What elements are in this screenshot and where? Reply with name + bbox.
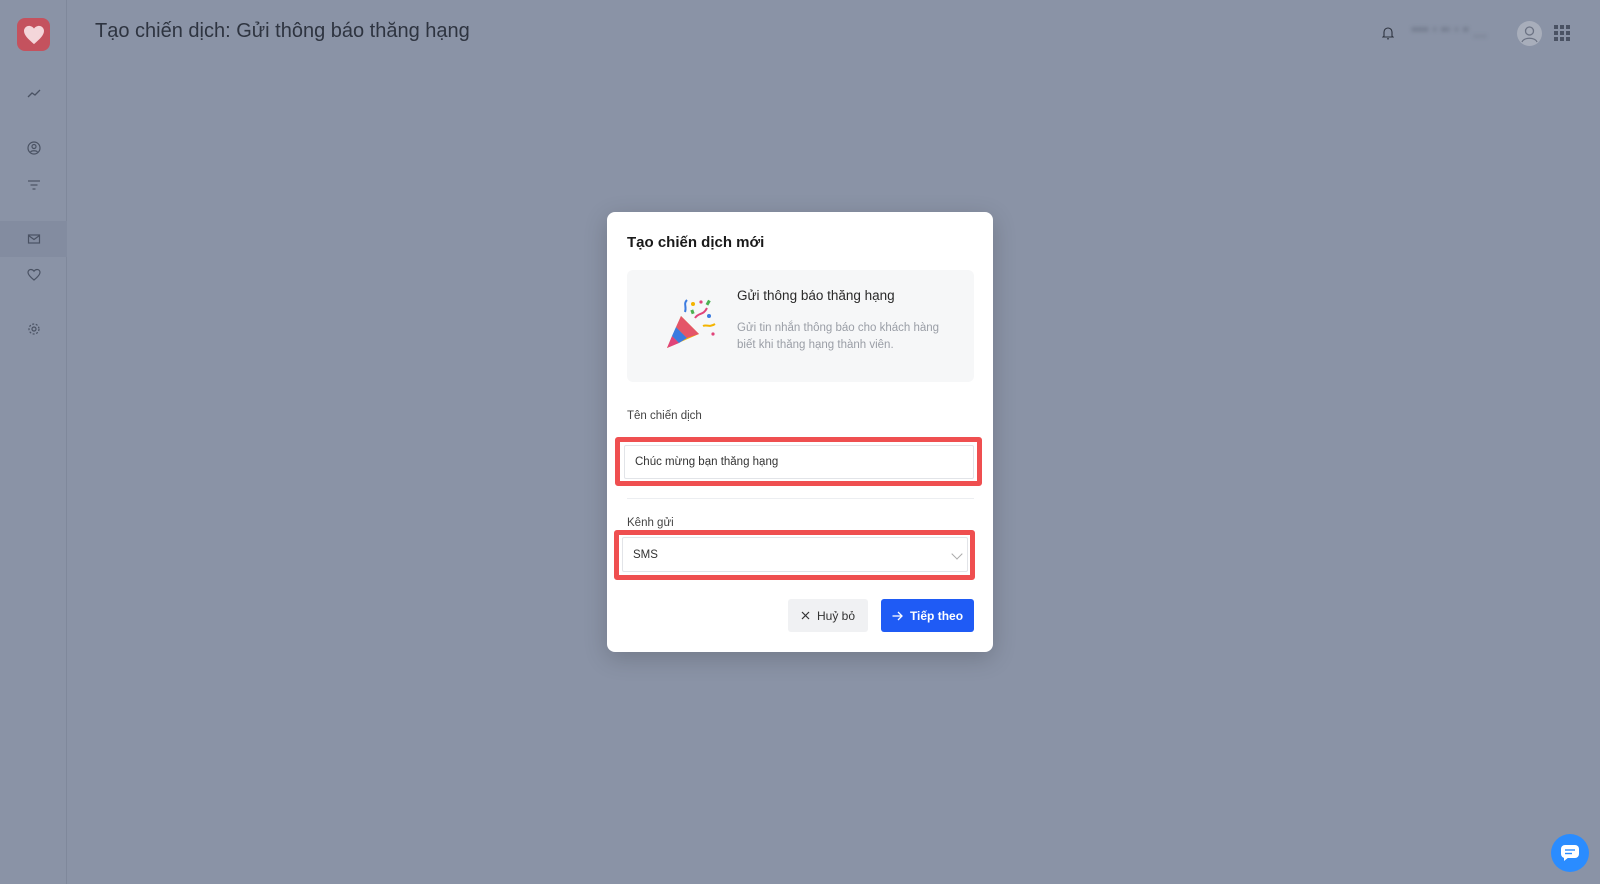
sidebar-item-campaigns[interactable] bbox=[0, 221, 67, 257]
arrow-right-icon bbox=[892, 611, 903, 620]
app-logo[interactable] bbox=[17, 18, 50, 51]
campaign-name-label: Tên chiến dịch bbox=[627, 410, 702, 422]
channel-label: Kênh gửi bbox=[627, 517, 674, 529]
chat-icon bbox=[1561, 845, 1579, 861]
sidebar-item-analytics[interactable] bbox=[0, 76, 67, 112]
sidebar-item-loyalty[interactable] bbox=[0, 257, 67, 293]
channel-select-value: SMS bbox=[633, 548, 658, 561]
close-icon bbox=[801, 611, 810, 620]
mail-icon bbox=[27, 234, 40, 244]
sidebar bbox=[0, 0, 67, 884]
next-button-label: Tiếp theo bbox=[909, 608, 964, 623]
template-name: Gửi thông báo thăng hạng bbox=[737, 288, 895, 303]
cancel-button-label: Huỷ bỏ bbox=[816, 608, 856, 623]
party-popper-icon bbox=[667, 299, 716, 348]
sidebar-item-customers[interactable] bbox=[0, 130, 67, 166]
template-description: Gửi tin nhắn thông báo cho khách hàng bi… bbox=[737, 322, 940, 351]
next-button[interactable]: Tiếp theo bbox=[881, 599, 974, 632]
divider bbox=[627, 498, 974, 499]
notification-bell-icon[interactable] bbox=[1382, 26, 1394, 40]
chevron-down-icon bbox=[951, 547, 963, 560]
apps-grid-icon[interactable] bbox=[1554, 25, 1570, 41]
campaign-name-input[interactable]: Chúc mừng bạn thăng hạng bbox=[624, 445, 974, 479]
heart-logo-icon bbox=[23, 25, 44, 44]
sidebar-item-segments[interactable] bbox=[0, 167, 67, 203]
cancel-button[interactable]: Huỷ bỏ bbox=[788, 599, 868, 632]
user-icon bbox=[26, 141, 41, 155]
sidebar-item-settings[interactable] bbox=[0, 311, 67, 347]
page-title: Tạo chiến dịch: Gửi thông báo thăng hạng bbox=[95, 20, 470, 42]
settings-icon bbox=[27, 323, 40, 335]
user-avatar-icon bbox=[1521, 26, 1538, 43]
channel-select[interactable]: SMS bbox=[622, 537, 968, 572]
username[interactable]: """ ' "' ' " ... bbox=[1412, 25, 1487, 40]
create-campaign-modal: Tạo chiến dịch mới Gửi thông báo thăng h… bbox=[607, 212, 993, 652]
chat-widget-button[interactable] bbox=[1551, 834, 1589, 872]
template-card: Gửi thông báo thăng hạng Gửi tin nhắn th… bbox=[627, 270, 974, 382]
analytics-icon bbox=[27, 89, 40, 98]
heart-icon bbox=[26, 268, 41, 281]
avatar[interactable] bbox=[1517, 21, 1542, 46]
modal-title: Tạo chiến dịch mới bbox=[627, 234, 765, 251]
filter-icon bbox=[27, 180, 40, 190]
